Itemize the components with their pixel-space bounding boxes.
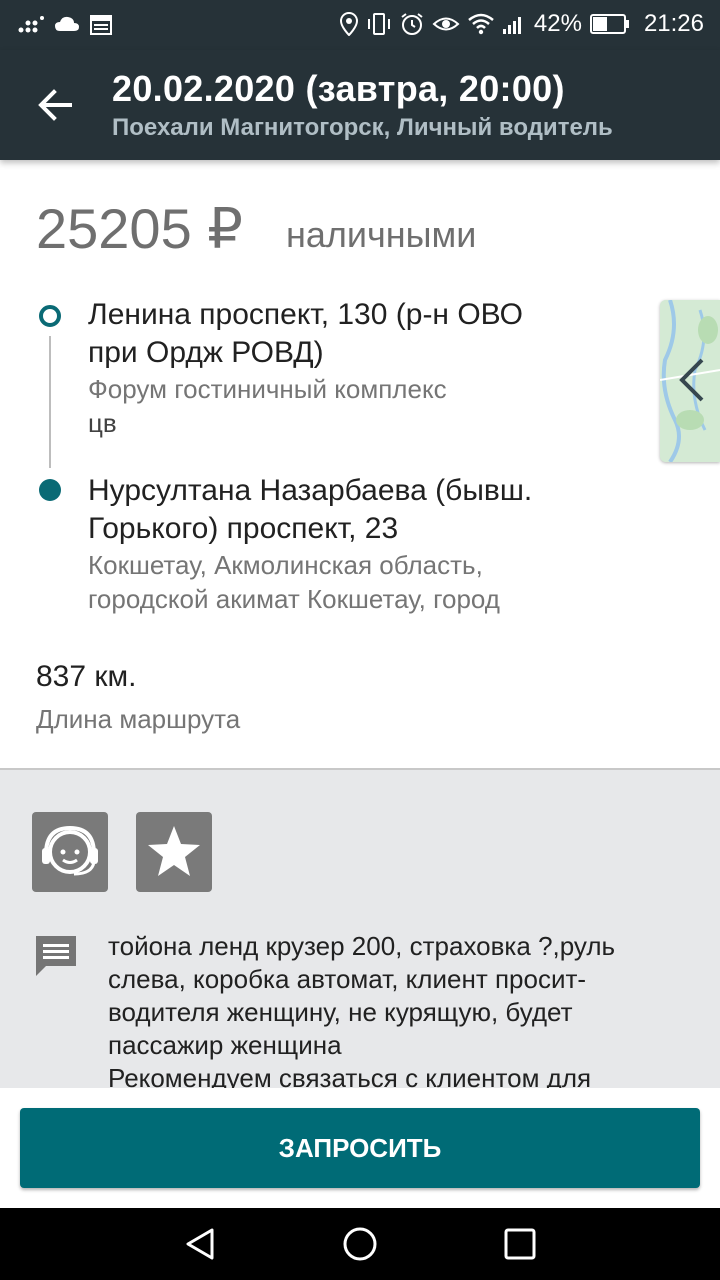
- cell-signal-icon: [502, 17, 521, 34]
- bottom-action-area: ЗАПРОСИТЬ: [0, 1088, 720, 1208]
- order-date-title: 20.02.2020 (завтра, 20:00): [112, 68, 565, 109]
- destination-marker-icon: [39, 479, 61, 501]
- support-badge[interactable]: [32, 812, 108, 892]
- calendar-icon: [90, 15, 112, 35]
- location-icon: [339, 12, 358, 36]
- destination-detail: Кокшетау, Акмолинская область, городской…: [88, 550, 500, 614]
- status-bar: 42% 21:26: [0, 0, 720, 50]
- origin-address: Ленина проспект, 130 (р-н ОВО при Ордж Р…: [88, 296, 568, 440]
- eye-icon: [432, 17, 460, 31]
- back-arrow-icon[interactable]: [30, 82, 80, 128]
- order-details-section: тойона ленд крузер 200, страховка ?,руль…: [0, 768, 720, 1090]
- vibrate-icon: [367, 13, 390, 35]
- star-icon: [148, 826, 200, 876]
- origin-marker-icon: [39, 305, 61, 327]
- nav-home-icon[interactable]: [342, 1226, 378, 1262]
- route-distance-label: Длина маршрута: [36, 704, 241, 734]
- battery-percent: 42%: [533, 10, 582, 37]
- map-expand-chevron-icon[interactable]: [676, 356, 708, 404]
- app-bar: 20.02.2020 (завтра, 20:00) Поехали Магни…: [0, 50, 720, 160]
- route-distance: 837 км.: [36, 660, 137, 693]
- order-subtitle: Поехали Магнитогорск, Личный водитель: [112, 114, 613, 141]
- order-comment: тойона ленд крузер 200, страховка ?,руль…: [108, 930, 688, 1090]
- cloud-icon: [55, 16, 79, 31]
- clock: 21:26: [643, 10, 704, 37]
- alarm-icon: [401, 13, 423, 35]
- favorite-badge[interactable]: [136, 812, 212, 892]
- status-right-icons: 42% 21:26: [339, 10, 704, 38]
- origin-street: Ленина проспект, 130 (р-н ОВО при Ордж Р…: [88, 298, 524, 369]
- price-amount: 25205 ₽: [36, 197, 243, 260]
- battery-icon: [589, 14, 629, 34]
- request-button[interactable]: ЗАПРОСИТЬ: [20, 1108, 700, 1188]
- route-line: [49, 336, 51, 468]
- nav-recents-icon[interactable]: [502, 1226, 538, 1262]
- payment-method: наличными: [286, 214, 477, 255]
- status-left-icons: [18, 13, 112, 35]
- nav-back-icon[interactable]: [182, 1226, 218, 1262]
- destination-address: Нурсултана Назарбаева (бывш. Горького) п…: [88, 472, 568, 616]
- origin-detail-extra: цв: [88, 408, 117, 438]
- signal-dots-icon: [18, 16, 44, 33]
- destination-street: Нурсултана Назарбаева (бывш. Горького) п…: [88, 474, 533, 545]
- comment-text: тойона ленд крузер 200, страховка ?,руль…: [108, 931, 616, 1060]
- system-nav-bar: [0, 1208, 720, 1280]
- wifi-icon: [468, 13, 494, 35]
- headset-operator-icon: [42, 825, 98, 876]
- comment-recommendation: Рекомендуем связаться с клиентом для: [108, 1063, 592, 1090]
- comment-icon: [36, 936, 76, 976]
- origin-detail: Форум гостиничный комплекс: [88, 374, 447, 404]
